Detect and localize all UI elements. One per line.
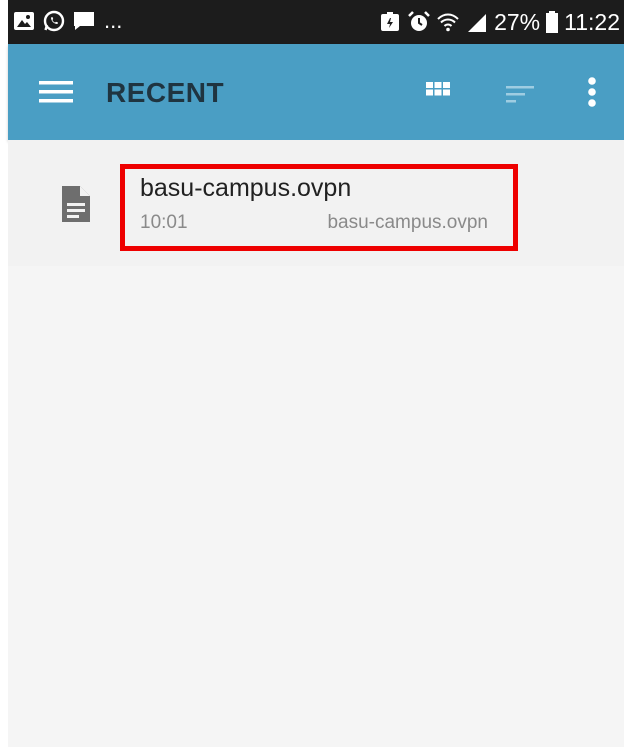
battery-icon	[545, 10, 559, 34]
grid-view-icon	[426, 82, 450, 96]
status-time: 11:22	[564, 9, 620, 35]
sort-button[interactable]	[500, 78, 540, 110]
file-list: basu-campus.ovpn 10:01 basu-campus.ovpn	[8, 140, 624, 266]
menu-button[interactable]	[36, 76, 76, 108]
status-overflow: ...	[104, 8, 123, 33]
highlight-box	[120, 164, 518, 251]
message-icon	[72, 9, 96, 33]
list-item[interactable]: basu-campus.ovpn 10:01 basu-campus.ovpn	[8, 140, 624, 266]
sort-icon	[506, 86, 534, 103]
screen: ... 27% 11:22 RECENT basu-campus.ovpn 10…	[8, 0, 624, 747]
status-left: ...	[12, 9, 122, 33]
battery-saver-icon	[378, 10, 402, 34]
grid-view-button[interactable]	[418, 76, 458, 108]
more-options-button[interactable]	[580, 74, 604, 110]
more-vert-icon	[588, 77, 596, 107]
menu-icon	[39, 81, 73, 103]
image-icon	[12, 9, 36, 33]
status-bar: ... 27% 11:22	[8, 0, 624, 44]
battery-percent: 27%	[494, 9, 541, 35]
document-icon	[60, 184, 92, 224]
signal-icon	[465, 10, 489, 34]
page-title: RECENT	[106, 77, 225, 108]
alarm-icon	[407, 10, 431, 34]
app-bar: RECENT	[8, 44, 624, 140]
status-right: 27% 11:22	[378, 9, 620, 35]
wifi-icon	[436, 10, 460, 34]
whatsapp-icon	[42, 9, 66, 33]
